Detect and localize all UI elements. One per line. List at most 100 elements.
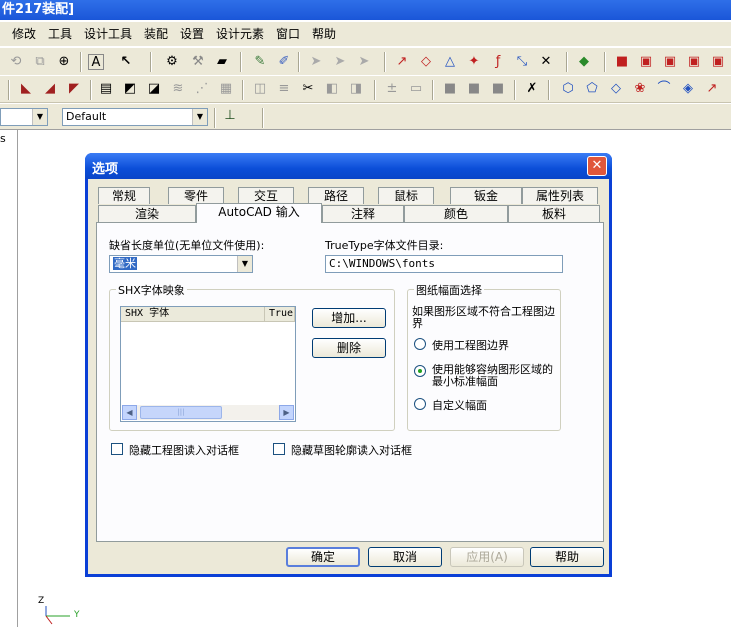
fp-icon[interactable]: ƒ <box>490 54 506 70</box>
style-combo[interactable]: Default ▼ <box>62 108 208 126</box>
tool-icon[interactable]: ⚒ <box>190 54 206 70</box>
radio-drawing-border-label[interactable]: 使用工程图边界 <box>432 337 509 353</box>
shx-font-list[interactable]: SHX 字体 True ◀ ||| ▶ <box>120 306 296 422</box>
view-back-icon[interactable]: ▣ <box>638 54 654 70</box>
face-icon[interactable]: ■ <box>442 81 458 97</box>
view-front-icon[interactable]: ■ <box>614 54 630 70</box>
view-left-icon[interactable]: ▣ <box>662 54 678 70</box>
surface-icon[interactable]: ◆ <box>576 54 592 70</box>
tab-sheet-metal[interactable]: 钣金 <box>450 187 522 204</box>
ok-button[interactable]: 确定 <box>286 547 360 567</box>
tab-color[interactable]: 颜色 <box>404 205 508 222</box>
face-icon[interactable]: ■ <box>466 81 482 97</box>
mirror-icon[interactable]: ◧ <box>324 81 340 97</box>
help-pointer-icon[interactable]: ↖ <box>118 54 134 70</box>
boolean-icon[interactable]: ◨ <box>348 81 364 97</box>
feature-icon[interactable]: ▭ <box>408 81 424 97</box>
radio-drawing-border[interactable] <box>414 338 426 350</box>
shell-icon[interactable]: ▤ <box>98 81 114 97</box>
thread-icon[interactable]: ≡ <box>276 81 292 97</box>
menu-settings[interactable]: 设置 <box>178 26 206 42</box>
extrude-icon[interactable]: ◣ <box>18 81 34 97</box>
fillet-icon[interactable]: ◩ <box>122 81 138 97</box>
close-button[interactable]: ✕ <box>587 156 607 176</box>
radio-min-standard-label[interactable]: 使用能够容纳图形区域的最小标准幅面 <box>432 364 558 388</box>
copy-icon[interactable]: ⧉ <box>32 54 48 70</box>
hide-sketch-dialog-checkbox[interactable] <box>273 443 285 455</box>
loft-icon[interactable]: ◤ <box>66 81 82 97</box>
menu-design-elements[interactable]: 设计元素 <box>214 26 266 42</box>
help-button[interactable]: 帮助 <box>530 547 604 567</box>
curve-icon[interactable]: ↗ <box>704 81 720 97</box>
view-right-icon[interactable]: ▣ <box>686 54 702 70</box>
view-top-icon[interactable]: ▣ <box>710 54 726 70</box>
tab-autocad-input[interactable]: AutoCAD 输入 <box>196 203 322 223</box>
radio-min-standard[interactable] <box>414 365 426 377</box>
paint-icon[interactable]: ▰ <box>214 54 230 70</box>
pipette-icon[interactable]: ✐ <box>276 54 292 70</box>
layer-combo[interactable]: ▼ <box>0 108 48 126</box>
chevron-left-icon[interactable]: ◀ <box>122 405 137 420</box>
curve-icon[interactable]: ⬠ <box>584 81 600 97</box>
cross-icon[interactable]: ✕ <box>538 54 554 70</box>
tab-general[interactable]: 常规 <box>98 187 150 204</box>
delete-face-icon[interactable]: ✗ <box>524 81 540 97</box>
sketch-icon[interactable]: ✦ <box>466 54 482 70</box>
delete-font-button[interactable]: 删除 <box>312 338 386 358</box>
rib-icon[interactable]: ≋ <box>170 81 186 97</box>
curve-icon[interactable]: ◈ <box>680 81 696 97</box>
arrow-icon[interactable]: ➤ <box>356 54 372 70</box>
curve-icon[interactable]: ⬡ <box>560 81 576 97</box>
tab-property-list[interactable]: 属性列表 <box>522 187 598 204</box>
revolve-icon[interactable]: ◢ <box>42 81 58 97</box>
pen-icon[interactable]: ✎ <box>252 54 268 70</box>
tab-part[interactable]: 零件 <box>168 187 224 204</box>
hide-drawing-dialog-checkbox[interactable] <box>111 443 123 455</box>
hide-drawing-dialog-label[interactable]: 隐藏工程图读入对话框 <box>129 442 239 458</box>
add-font-button[interactable]: 增加... <box>312 308 386 328</box>
menu-tools[interactable]: 工具 <box>46 26 74 42</box>
hide-sketch-dialog-label[interactable]: 隐藏草图轮廓读入对话框 <box>291 442 412 458</box>
truetype-column-header[interactable]: True <box>265 307 295 322</box>
chevron-right-icon[interactable]: ▶ <box>279 405 294 420</box>
hole-icon[interactable]: ◫ <box>252 81 268 97</box>
unit-combo[interactable]: 毫米 ▼ <box>109 255 253 273</box>
design-tree-panel[interactable]: s <box>0 130 18 627</box>
axis-icon[interactable]: ⤡ <box>514 54 530 70</box>
box-icon[interactable]: ◇ <box>418 54 434 70</box>
curve-icon[interactable]: ◇ <box>608 81 624 97</box>
hierarchy-icon[interactable]: ⊥ <box>222 108 238 124</box>
dialog-title-bar[interactable]: 选项 ✕ <box>85 153 612 179</box>
scrollbar-thumb[interactable]: ||| <box>140 406 222 419</box>
arrow-icon[interactable]: ➤ <box>332 54 348 70</box>
menu-help[interactable]: 帮助 <box>310 26 338 42</box>
horizontal-scrollbar[interactable]: ◀ ||| ▶ <box>122 405 294 420</box>
radio-custom-size[interactable] <box>414 398 426 410</box>
tab-path[interactable]: 路径 <box>308 187 364 204</box>
curve-icon[interactable]: ⌒ <box>656 81 672 97</box>
tab-annotation[interactable]: 注释 <box>322 205 404 222</box>
arrow-icon[interactable]: ➤ <box>308 54 324 70</box>
tab-interaction[interactable]: 交互 <box>238 187 294 204</box>
chamfer-icon[interactable]: ◪ <box>146 81 162 97</box>
add-feature-icon[interactable]: ± <box>384 81 400 97</box>
lock-icon[interactable]: ⊕ <box>56 54 72 70</box>
menu-assembly[interactable]: 装配 <box>142 26 170 42</box>
shx-column-header[interactable]: SHX 字体 <box>121 307 265 322</box>
radio-custom-size-label[interactable]: 自定义幅面 <box>432 397 487 413</box>
measure-icon[interactable]: ⚙ <box>164 54 180 70</box>
pattern-icon[interactable]: ▦ <box>218 81 234 97</box>
menu-window[interactable]: 窗口 <box>274 26 302 42</box>
tab-sheet[interactable]: 板料 <box>508 205 600 222</box>
menu-design-tools[interactable]: 设计工具 <box>82 26 134 42</box>
curve-icon[interactable]: ❀ <box>632 81 648 97</box>
apply-button[interactable]: 应用(A) <box>450 547 524 567</box>
constraint-icon[interactable]: ↗ <box>394 54 410 70</box>
cancel-button[interactable]: 取消 <box>368 547 442 567</box>
text-style-icon[interactable]: A <box>88 54 104 70</box>
plane-icon[interactable]: △ <box>442 54 458 70</box>
draft-icon[interactable]: ⋰ <box>194 81 210 97</box>
split-icon[interactable]: ✂ <box>300 81 316 97</box>
menu-modify[interactable]: 修改 <box>10 26 38 42</box>
tab-mouse[interactable]: 鼠标 <box>378 187 434 204</box>
